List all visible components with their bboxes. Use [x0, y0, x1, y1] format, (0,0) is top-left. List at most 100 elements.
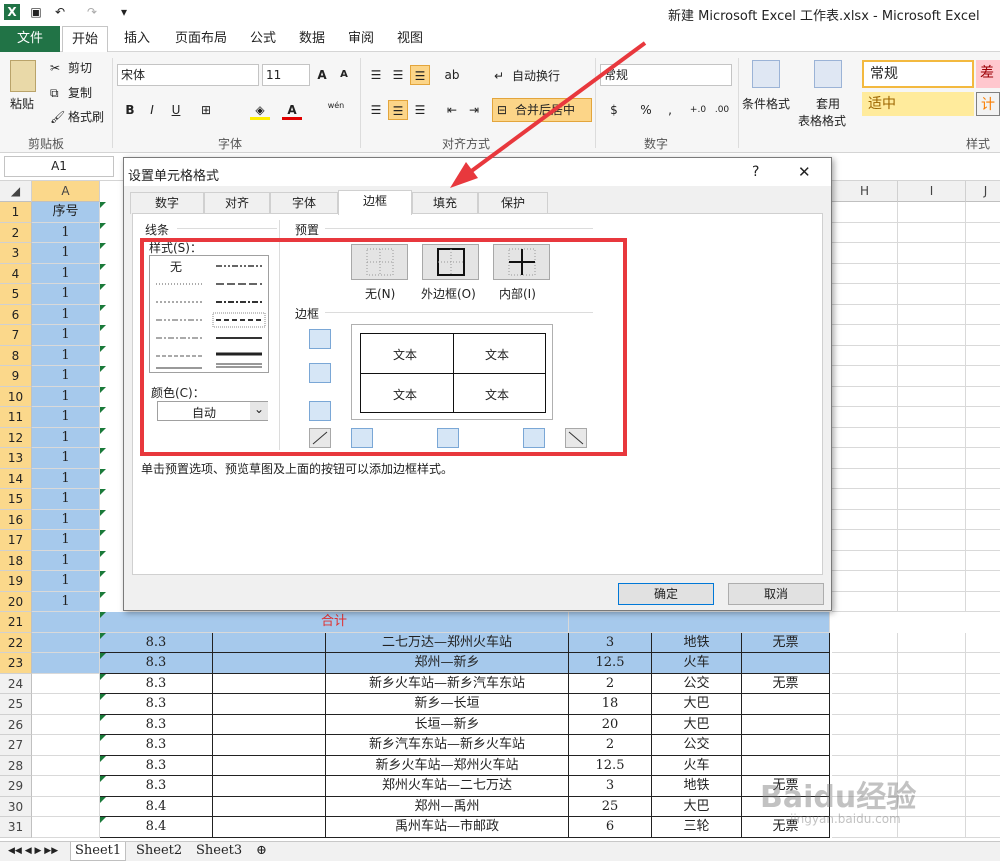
tab-review[interactable]: 审阅: [341, 26, 381, 52]
data-cell-e[interactable]: 25: [569, 796, 652, 817]
empty-cell[interactable]: [898, 202, 966, 223]
data-cell-d[interactable]: 新乡汽车东站—新乡火车站: [326, 735, 569, 756]
empty-cell[interactable]: [32, 817, 100, 838]
italic-button[interactable]: I: [142, 100, 162, 120]
row-header[interactable]: 2: [0, 222, 32, 243]
new-sheet-icon[interactable]: ⊕: [252, 842, 271, 861]
underline-button[interactable]: U: [166, 100, 186, 120]
data-cell-d[interactable]: 禹州车站—市邮政: [326, 817, 569, 838]
empty-cell[interactable]: [832, 222, 898, 243]
empty-cell[interactable]: [966, 325, 1000, 346]
empty-cell[interactable]: [966, 469, 1000, 489]
data-cell-e[interactable]: 2: [569, 735, 652, 756]
data-cell-d[interactable]: 郑州—新乡: [326, 653, 569, 674]
empty-cell[interactable]: [966, 264, 1000, 284]
data-cell-e[interactable]: 12.5: [569, 653, 652, 674]
data-cell-b[interactable]: 8.3: [100, 653, 213, 674]
empty-cell[interactable]: [966, 530, 1000, 551]
empty-cell[interactable]: [32, 796, 100, 817]
empty-cell[interactable]: [898, 571, 966, 592]
data-cell-g[interactable]: [742, 694, 830, 715]
empty-cell[interactable]: [966, 428, 1000, 448]
sequence-cell[interactable]: 1: [32, 366, 100, 387]
style-normal[interactable]: 常规: [862, 60, 974, 88]
data-cell-f[interactable]: 公交: [652, 735, 742, 756]
data-cell-c[interactable]: [213, 735, 326, 756]
empty-cell[interactable]: [966, 551, 1000, 571]
empty-cell[interactable]: [966, 346, 1000, 366]
row-header[interactable]: 6: [0, 304, 32, 325]
empty-cell[interactable]: [898, 325, 966, 346]
empty-cell[interactable]: [898, 448, 966, 469]
row-header[interactable]: 24: [0, 673, 32, 694]
data-cell-d[interactable]: 长垣—新乡: [326, 714, 569, 735]
sequence-cell[interactable]: 1: [32, 427, 100, 448]
tab-home[interactable]: 开始: [62, 26, 108, 53]
empty-cell[interactable]: [832, 386, 898, 407]
cut-icon[interactable]: ✂: [50, 60, 60, 76]
row-header[interactable]: 9: [0, 366, 32, 387]
empty-cell[interactable]: [898, 714, 966, 735]
empty-cell[interactable]: [832, 325, 898, 346]
tab-view[interactable]: 视图: [390, 26, 430, 52]
data-cell-d[interactable]: 郑州—禹州: [326, 796, 569, 817]
sequence-cell[interactable]: 1: [32, 571, 100, 592]
column-header-h[interactable]: H: [832, 181, 898, 202]
data-cell-e[interactable]: 2: [569, 673, 652, 694]
row-header[interactable]: 17: [0, 530, 32, 551]
column-header-i[interactable]: I: [898, 181, 966, 202]
row-header[interactable]: 15: [0, 489, 32, 510]
empty-cell[interactable]: [966, 407, 1000, 428]
empty-cell[interactable]: [832, 202, 898, 223]
sequence-cell[interactable]: 1: [32, 304, 100, 325]
empty-cell[interactable]: [966, 448, 1000, 469]
data-cell-c[interactable]: [213, 694, 326, 715]
row-header[interactable]: 31: [0, 817, 32, 838]
row-header[interactable]: 25: [0, 694, 32, 715]
empty-cell[interactable]: [966, 592, 1000, 612]
row-header[interactable]: 26: [0, 714, 32, 735]
data-cell-e[interactable]: 20: [569, 714, 652, 735]
data-cell-d[interactable]: 新乡—长垣: [326, 694, 569, 715]
row-header[interactable]: 19: [0, 571, 32, 592]
data-cell-b[interactable]: 8.3: [100, 714, 213, 735]
column-a-header-cell[interactable]: 序号: [32, 202, 100, 223]
empty-cell[interactable]: [832, 591, 898, 612]
row-header[interactable]: 14: [0, 468, 32, 489]
style-calc[interactable]: 计: [976, 92, 1000, 116]
empty-cell[interactable]: [966, 305, 1000, 325]
empty-cell[interactable]: [832, 694, 898, 715]
data-cell-c[interactable]: [213, 776, 326, 797]
empty-cell[interactable]: [898, 304, 966, 325]
empty-cell[interactable]: [832, 448, 898, 469]
empty-cell[interactable]: [898, 407, 966, 428]
tab-border[interactable]: 边框: [338, 190, 412, 215]
align-middle-icon[interactable]: ☰: [388, 65, 408, 85]
empty-cell[interactable]: [898, 509, 966, 530]
table-format-button-a[interactable]: 套用: [816, 96, 840, 112]
phonetic-icon[interactable]: wén: [324, 96, 348, 116]
empty-cell[interactable]: [966, 817, 1000, 838]
empty-cell[interactable]: [966, 243, 1000, 264]
row-header[interactable]: 22: [0, 632, 32, 653]
empty-cell[interactable]: [966, 366, 1000, 387]
format-painter-button[interactable]: 格式刷: [68, 109, 104, 125]
data-cell-c[interactable]: [213, 714, 326, 735]
data-cell-g[interactable]: [742, 653, 830, 674]
sheet-nav-icon[interactable]: ◀◀ ◀ ▶ ▶▶: [4, 842, 62, 861]
empty-cell[interactable]: [832, 550, 898, 571]
conditional-format-icon[interactable]: [752, 60, 780, 88]
data-cell-e[interactable]: 12.5: [569, 755, 652, 776]
data-cell-f[interactable]: 地铁: [652, 776, 742, 797]
empty-cell[interactable]: [898, 817, 966, 838]
empty-cell[interactable]: [32, 714, 100, 735]
comma-icon[interactable]: ,: [660, 100, 680, 120]
row-header[interactable]: 10: [0, 386, 32, 407]
select-all-corner[interactable]: ◢: [0, 181, 32, 202]
empty-cell[interactable]: [898, 735, 966, 756]
data-cell-f[interactable]: 地铁: [652, 632, 742, 653]
data-cell-d[interactable]: 二七万达—郑州火车站: [326, 632, 569, 653]
empty-cell[interactable]: [832, 263, 898, 284]
row-header[interactable]: 28: [0, 755, 32, 776]
empty-cell[interactable]: [832, 653, 898, 674]
